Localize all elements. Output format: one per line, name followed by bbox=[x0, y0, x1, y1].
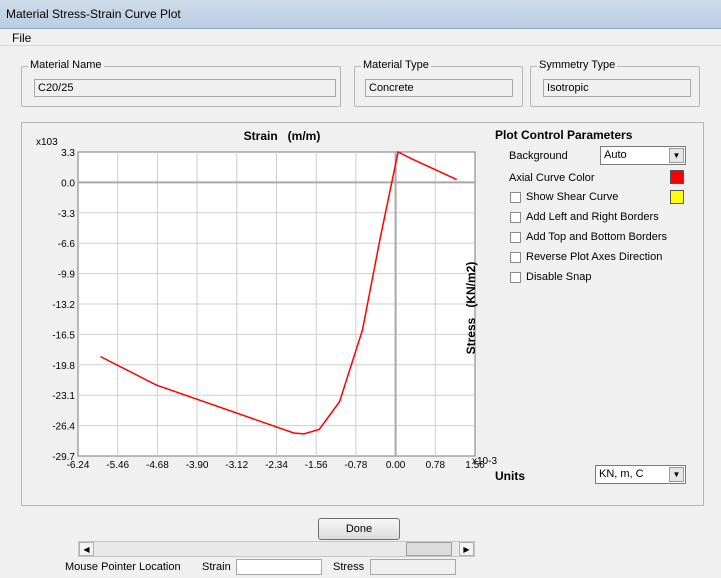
material-name-field: C20/25 bbox=[34, 79, 336, 97]
y-tick-label: -3.3 bbox=[58, 209, 76, 220]
mouse-pointer-location-label: Mouse Pointer Location bbox=[65, 561, 181, 573]
y-tick-label: -26.4 bbox=[52, 422, 75, 433]
material-name-group: Material Name C20/25 bbox=[21, 59, 341, 107]
x-tick-label: 0.00 bbox=[386, 460, 406, 471]
disable-snap-label: Disable Snap bbox=[526, 271, 592, 283]
units-select[interactable]: KN, m, C ▼ bbox=[595, 465, 686, 484]
y-tick-label: -13.2 bbox=[52, 300, 75, 311]
add-top-bottom-borders-label: Add Top and Bottom Borders bbox=[526, 231, 668, 243]
y-tick-label: -19.8 bbox=[52, 361, 75, 372]
background-select[interactable]: Auto ▼ bbox=[600, 146, 686, 165]
plot-group: -6.24 -5.46 -4.68 -3.90 -3.12 -2.34 -1.56 -0.78… bbox=[21, 122, 704, 575]
x-tick-label: -4.68 bbox=[146, 460, 169, 471]
x-tick-label: -0.78 bbox=[345, 460, 368, 471]
material-type-field: Concrete bbox=[365, 79, 513, 97]
x-tick-label: 0.78 bbox=[426, 460, 446, 471]
y-tick-label: -29.7 bbox=[52, 452, 75, 463]
y-tick-label: 3.3 bbox=[61, 148, 75, 159]
stress-label: Stress bbox=[333, 561, 365, 573]
chevron-down-icon: ▼ bbox=[669, 467, 684, 482]
scroll-right-button[interactable]: ▶ bbox=[459, 542, 474, 556]
window-title: Material Stress-Strain Curve Plot bbox=[6, 7, 181, 21]
background-label: Background bbox=[509, 150, 568, 162]
y-axis-title: Stress (KN/m2) bbox=[464, 262, 478, 355]
x-tick-labels: -6.24 -5.46 -4.68 -3.90 -3.12 -2.34 -1.56 -0.78… bbox=[67, 460, 486, 471]
chevron-down-icon: ▼ bbox=[669, 148, 684, 163]
title-bar: Material Stress-Strain Curve Plot bbox=[0, 0, 721, 29]
scroll-thumb[interactable] bbox=[406, 542, 452, 556]
x-tick-label: -2.34 bbox=[265, 460, 288, 471]
stress-strain-chart[interactable]: -6.24 -5.46 -4.68 -3.90 -3.12 -2.34 -1.56 -0.78… bbox=[22, 123, 502, 503]
y-multiplier: x103 bbox=[36, 137, 58, 148]
scroll-left-button[interactable]: ◀ bbox=[79, 542, 94, 556]
units-label: Units bbox=[495, 469, 525, 483]
x-tick-label: -1.56 bbox=[305, 460, 328, 471]
add-left-right-borders-label: Add Left and Right Borders bbox=[526, 211, 659, 223]
axial-curve-color-label: Axial Curve Color bbox=[509, 172, 595, 184]
symmetry-type-label: Symmetry Type bbox=[537, 59, 618, 71]
disable-snap-checkbox[interactable] bbox=[510, 272, 521, 283]
show-shear-curve-checkbox[interactable] bbox=[510, 192, 521, 203]
menu-file[interactable]: File bbox=[12, 31, 31, 45]
add-left-right-borders-checkbox[interactable] bbox=[510, 212, 521, 223]
material-type-group: Material Type Concrete bbox=[354, 59, 523, 107]
shear-curve-color-swatch[interactable] bbox=[670, 190, 684, 204]
y-tick-label: -6.6 bbox=[58, 239, 76, 250]
plot-horizontal-scrollbar[interactable]: ◀ ▶ bbox=[78, 541, 475, 557]
reverse-axes-label: Reverse Plot Axes Direction bbox=[526, 251, 663, 263]
add-top-bottom-borders-checkbox[interactable] bbox=[510, 232, 521, 243]
material-type-label: Material Type bbox=[361, 59, 431, 71]
menu-bar: File bbox=[0, 29, 721, 46]
strain-label: Strain bbox=[202, 561, 231, 573]
axial-curve-color-swatch[interactable] bbox=[670, 170, 684, 184]
x-tick-label: -5.46 bbox=[106, 460, 129, 471]
symmetry-type-field: Isotropic bbox=[543, 79, 691, 97]
reverse-axes-checkbox[interactable] bbox=[510, 252, 521, 263]
y-tick-label: 0.0 bbox=[61, 178, 75, 189]
dialog-body: Material Name C20/25 Material Type Concr… bbox=[4, 46, 717, 575]
y-tick-label: -23.1 bbox=[52, 391, 75, 402]
background-value: Auto bbox=[604, 149, 627, 161]
show-shear-curve-label: Show Shear Curve bbox=[526, 191, 619, 203]
x-axis-title: Strain (m/m) bbox=[244, 129, 321, 143]
units-value: KN, m, C bbox=[599, 468, 644, 480]
y-tick-label: -16.5 bbox=[52, 330, 75, 341]
symmetry-type-group: Symmetry Type Isotropic bbox=[530, 59, 700, 107]
plot-controls-title: Plot Control Parameters bbox=[495, 128, 633, 142]
x-tick-label: -3.90 bbox=[186, 460, 209, 471]
y-tick-labels: 3.3 0.0 -3.3 -6.6 -9.9 -13.2 -16.5 -19.8 -23.1 -2… bbox=[52, 148, 75, 463]
x-tick-label: -3.12 bbox=[225, 460, 248, 471]
x-multiplier: x10-3 bbox=[472, 456, 497, 467]
done-button[interactable]: Done bbox=[318, 518, 400, 540]
y-tick-label: -9.9 bbox=[58, 270, 76, 281]
strain-readout bbox=[236, 559, 322, 575]
stress-readout bbox=[370, 559, 456, 575]
material-name-label: Material Name bbox=[28, 59, 104, 71]
